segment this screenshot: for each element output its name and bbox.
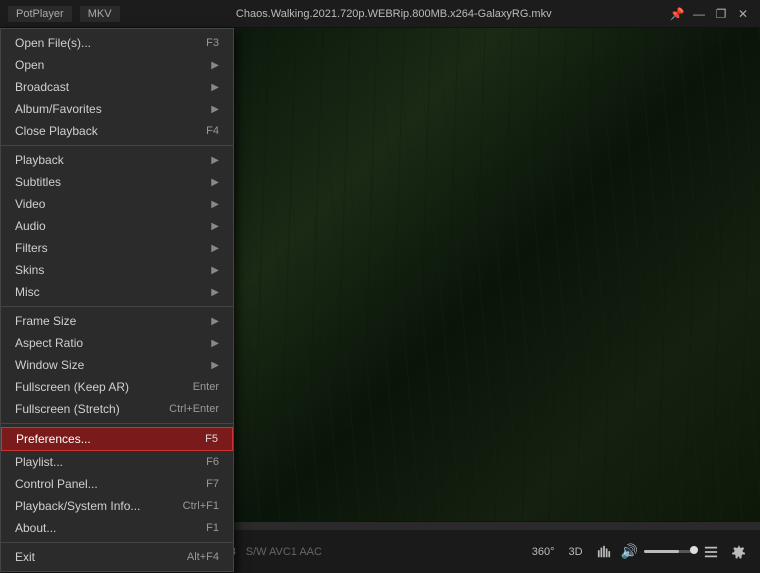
menu-item-label: Album/Favorites <box>15 102 206 116</box>
menu-item-arrow: ▶ <box>211 82 219 93</box>
pin-button[interactable]: 📌 <box>668 6 686 22</box>
menu-item-broadcast[interactable]: Broadcast ▶ <box>1 76 233 98</box>
menu-item-shortcut: F7 <box>206 478 219 490</box>
menu-item-arrow: ▶ <box>211 177 219 188</box>
title-bar: PotPlayer MKV Chaos.Walking.2021.720p.WE… <box>0 0 760 28</box>
menu-item-label: Fullscreen (Stretch) <box>15 402 149 416</box>
menu-item-shortcut: F6 <box>206 456 219 468</box>
menu-item-filters[interactable]: Filters ▶ <box>1 237 233 259</box>
menu-item-open-file-s-[interactable]: Open File(s)... F3 <box>1 32 233 54</box>
menu-item-arrow: ▶ <box>211 104 219 115</box>
menu-item-label: Skins <box>15 263 206 277</box>
menu-item-shortcut: Ctrl+F1 <box>183 500 219 512</box>
menu-item-exit[interactable]: Exit Alt+F4 <box>1 546 233 568</box>
menu-item-label: Audio <box>15 219 206 233</box>
menu-item-about-[interactable]: About... F1 <box>1 517 233 539</box>
menu-item-video[interactable]: Video ▶ <box>1 193 233 215</box>
main-area: Open File(s)...F3Open▶Broadcast▶Album/Fa… <box>0 28 760 521</box>
menu-item-label: About... <box>15 521 186 535</box>
menu-separator-5 <box>1 145 233 146</box>
menu-item-frame-size[interactable]: Frame Size ▶ <box>1 310 233 332</box>
menu-item-shortcut: Ctrl+Enter <box>169 403 219 415</box>
right-controls: 360° 3D 🔊 <box>528 543 750 561</box>
volume-slider[interactable] <box>644 550 694 553</box>
menu-item-shortcut: F4 <box>206 125 219 137</box>
menu-item-misc[interactable]: Misc ▶ <box>1 281 233 303</box>
menu-item-label: Window Size <box>15 358 206 372</box>
menu-item-arrow: ▶ <box>211 199 219 210</box>
settings-button[interactable] <box>728 543 750 561</box>
volume-icon: 🔊 <box>621 543 638 560</box>
menu-item-label: Preferences... <box>16 432 185 446</box>
minimize-button[interactable]: — <box>690 6 708 22</box>
menu-item-label: Exit <box>15 550 167 564</box>
mkv-menu-btn[interactable]: MKV <box>80 6 120 22</box>
menu-item-audio[interactable]: Audio ▶ <box>1 215 233 237</box>
context-menu: Open File(s)...F3Open▶Broadcast▶Album/Fa… <box>0 28 234 572</box>
menu-item-label: Frame Size <box>15 314 206 328</box>
eq-icon <box>597 545 611 559</box>
menu-item-playback[interactable]: Playback ▶ <box>1 149 233 171</box>
menu-item-arrow: ▶ <box>211 243 219 254</box>
menu-item-label: Aspect Ratio <box>15 336 206 350</box>
potplayer-menu-btn[interactable]: PotPlayer <box>8 6 72 22</box>
menu-item-label: Playback <box>15 153 206 167</box>
titlebar-left: PotPlayer MKV <box>8 6 120 22</box>
menu-item-album-favorites[interactable]: Album/Favorites ▶ <box>1 98 233 120</box>
menu-item-skins[interactable]: Skins ▶ <box>1 259 233 281</box>
menu-item-label: Broadcast <box>15 80 206 94</box>
menu-item-window-size[interactable]: Window Size ▶ <box>1 354 233 376</box>
volume-thumb <box>690 546 698 554</box>
menu-item-aspect-ratio[interactable]: Aspect Ratio ▶ <box>1 332 233 354</box>
playlist-icon <box>704 545 718 559</box>
menu-item-shortcut: F5 <box>205 433 218 445</box>
menu-separator-12 <box>1 306 233 307</box>
menu-item-subtitles[interactable]: Subtitles ▶ <box>1 171 233 193</box>
menu-item-label: Fullscreen (Keep AR) <box>15 380 173 394</box>
menu-separator-17 <box>1 423 233 424</box>
menu-item-open[interactable]: Open ▶ <box>1 54 233 76</box>
menu-item-label: Open File(s)... <box>15 36 186 50</box>
eq-button[interactable] <box>593 543 615 561</box>
stereo-button[interactable]: 3D <box>565 544 587 560</box>
menu-item-label: Playback/System Info... <box>15 499 163 513</box>
volume-fill <box>644 550 679 553</box>
restore-button[interactable]: ❐ <box>712 6 730 22</box>
angle-button[interactable]: 360° <box>528 544 559 560</box>
menu-item-arrow: ▶ <box>211 60 219 71</box>
menu-item-arrow: ▶ <box>211 221 219 232</box>
codec-info: S/W AVC1 AAC <box>246 546 322 558</box>
menu-item-arrow: ▶ <box>211 338 219 349</box>
menu-item-shortcut: Enter <box>193 381 219 393</box>
menu-item-label: Filters <box>15 241 206 255</box>
menu-item-label: Video <box>15 197 206 211</box>
menu-item-label: Close Playback <box>15 124 186 138</box>
menu-separator-22 <box>1 542 233 543</box>
window-controls: 📌 — ❐ ✕ <box>668 6 752 22</box>
playlist-button[interactable] <box>700 543 722 561</box>
menu-item-shortcut: F3 <box>206 37 219 49</box>
menu-item-arrow: ▶ <box>211 316 219 327</box>
menu-item-control-panel-[interactable]: Control Panel... F7 <box>1 473 233 495</box>
menu-item-shortcut: F1 <box>206 522 219 534</box>
menu-item-shortcut: Alt+F4 <box>187 551 219 563</box>
menu-item-playlist-[interactable]: Playlist... F6 <box>1 451 233 473</box>
menu-item-arrow: ▶ <box>211 287 219 298</box>
menu-item-playback-system-info-[interactable]: Playback/System Info... Ctrl+F1 <box>1 495 233 517</box>
menu-item-label: Control Panel... <box>15 477 186 491</box>
menu-item-preferences-[interactable]: Preferences... F5 <box>1 427 233 451</box>
close-button[interactable]: ✕ <box>734 6 752 22</box>
menu-item-label: Open <box>15 58 206 72</box>
menu-item-fullscreen-keep-ar-[interactable]: Fullscreen (Keep AR) Enter <box>1 376 233 398</box>
menu-item-label: Subtitles <box>15 175 206 189</box>
window-title: Chaos.Walking.2021.720p.WEBRip.800MB.x26… <box>236 8 552 20</box>
menu-item-arrow: ▶ <box>211 265 219 276</box>
menu-item-arrow: ▶ <box>211 155 219 166</box>
menu-item-label: Misc <box>15 285 206 299</box>
menu-item-fullscreen-stretch-[interactable]: Fullscreen (Stretch) Ctrl+Enter <box>1 398 233 420</box>
menu-item-label: Playlist... <box>15 455 186 469</box>
menu-item-close-playback[interactable]: Close Playback F4 <box>1 120 233 142</box>
settings-icon <box>732 545 746 559</box>
menu-item-arrow: ▶ <box>211 360 219 371</box>
